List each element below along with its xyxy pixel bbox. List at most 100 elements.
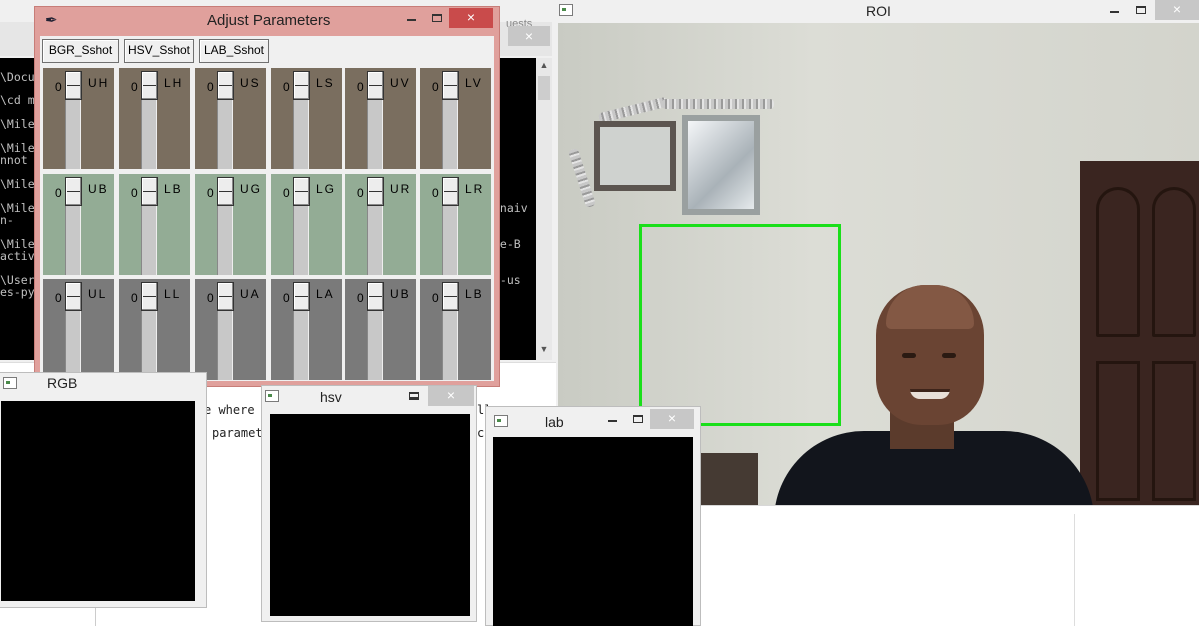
slider-lb[interactable]: 0 LB xyxy=(119,174,190,275)
slider-lv[interactable]: 0 LV xyxy=(420,68,491,169)
close-icon: × xyxy=(667,410,677,426)
slider-handle[interactable] xyxy=(442,71,459,100)
slider-label: UB xyxy=(390,287,411,301)
slider-value: 0 xyxy=(131,291,138,305)
slider-label: UV xyxy=(390,76,411,90)
hsv-titlebar[interactable]: hsv × xyxy=(262,386,476,408)
slider-handle[interactable] xyxy=(141,282,158,311)
close-button[interactable]: × xyxy=(1155,0,1199,20)
slider-ub[interactable]: 0 UB xyxy=(43,174,114,275)
maximize-button[interactable] xyxy=(402,386,426,406)
slider-value: 0 xyxy=(283,186,290,200)
slider-handle[interactable] xyxy=(293,177,310,206)
slider-label: LA xyxy=(316,287,335,301)
console-line: es-py xyxy=(0,285,35,299)
slider-handle[interactable] xyxy=(65,177,82,206)
close-button[interactable]: × xyxy=(428,386,474,406)
close-button[interactable]: × xyxy=(650,409,694,429)
slider-ua[interactable]: 0 UA xyxy=(195,279,266,380)
scrollbar-thumb[interactable] xyxy=(538,76,550,100)
slider-uh[interactable]: 0 UH xyxy=(43,68,114,169)
slider-handle[interactable] xyxy=(367,177,384,206)
slider-label: LB xyxy=(164,182,183,196)
close-button[interactable]: × xyxy=(449,8,493,28)
bgr-sshot-button[interactable]: BGR_Sshot xyxy=(42,39,119,63)
slider-label: UL xyxy=(88,287,108,301)
slider-value: 0 xyxy=(432,291,439,305)
divider xyxy=(1074,514,1075,626)
slider-label: UH xyxy=(88,76,110,90)
lab-titlebar[interactable]: lab × xyxy=(486,407,700,430)
slider-value: 0 xyxy=(131,80,138,94)
slider-ll[interactable]: 0 LL xyxy=(119,279,190,380)
slider-grid: 0 UH 0 LH 0 US 0 LS 0 UV 0 LV 0 UB 0 LB 0 UG 0 LG … xyxy=(43,68,497,380)
slider-label: LG xyxy=(316,182,337,196)
slider-value: 0 xyxy=(432,186,439,200)
adjust-parameters-window[interactable]: ✒ Adjust Parameters × BGR_Sshot HSV_Ssho… xyxy=(34,6,500,387)
slider-handle[interactable] xyxy=(367,282,384,311)
tinsel-garland xyxy=(662,99,774,109)
slider-ul[interactable]: 0 UL xyxy=(43,279,114,380)
console-line: n- xyxy=(0,213,14,227)
slider-handle[interactable] xyxy=(293,282,310,311)
slider-lg[interactable]: 0 LG xyxy=(271,174,342,275)
slider-handle[interactable] xyxy=(217,282,234,311)
slider-ug[interactable]: 0 UG xyxy=(195,174,266,275)
console-scrollbar[interactable]: ▲ ▼ xyxy=(536,58,552,360)
slider-handle[interactable] xyxy=(217,177,234,206)
slider-lh[interactable]: 0 LH xyxy=(119,68,190,169)
hsv-sshot-button[interactable]: HSV_Sshot xyxy=(124,39,194,63)
slider-ur[interactable]: 0 UR xyxy=(345,174,416,275)
window-app-icon xyxy=(3,377,17,389)
lab-window[interactable]: lab × xyxy=(485,406,701,626)
scroll-down-icon[interactable]: ▼ xyxy=(536,344,552,354)
minimize-button[interactable] xyxy=(1101,0,1127,20)
slider-handle[interactable] xyxy=(367,71,384,100)
slider-label: LR xyxy=(465,182,485,196)
minimize-icon xyxy=(607,419,617,422)
slider-handle[interactable] xyxy=(65,282,82,311)
slider-lb-lab[interactable]: 0 LB xyxy=(420,279,491,380)
lab-sshot-button[interactable]: LAB_Sshot xyxy=(199,39,269,63)
maximize-button[interactable] xyxy=(1128,0,1154,20)
close-icon: × xyxy=(466,9,476,25)
console-close-button[interactable]: × xyxy=(508,26,550,46)
slider-uv[interactable]: 0 UV xyxy=(345,68,416,169)
slider-ls[interactable]: 0 LS xyxy=(271,68,342,169)
slider-label: LV xyxy=(465,76,483,90)
slider-la[interactable]: 0 LA xyxy=(271,279,342,380)
slider-ub-lab[interactable]: 0 UB xyxy=(345,279,416,380)
slider-lr[interactable]: 0 LR xyxy=(420,174,491,275)
slider-handle[interactable] xyxy=(293,71,310,100)
console-line: \Mile xyxy=(0,117,35,131)
slider-handle[interactable] xyxy=(141,177,158,206)
close-icon: × xyxy=(446,387,456,403)
wooden-door xyxy=(1080,161,1199,505)
maximize-button[interactable] xyxy=(424,8,450,28)
feather-icon: ✒ xyxy=(45,12,58,29)
maximize-icon xyxy=(432,13,442,22)
window-app-icon xyxy=(265,390,279,402)
slider-handle[interactable] xyxy=(65,71,82,100)
slider-value: 0 xyxy=(55,80,62,94)
rgb-titlebar[interactable]: RGB xyxy=(0,373,206,395)
scroll-up-icon[interactable]: ▲ xyxy=(536,60,552,70)
console-line: activ xyxy=(0,249,35,263)
slider-handle[interactable] xyxy=(217,71,234,100)
hsv-window[interactable]: hsv × xyxy=(261,385,477,622)
slider-handle[interactable] xyxy=(442,177,459,206)
rgb-window[interactable]: RGB xyxy=(0,372,207,608)
minimize-button[interactable] xyxy=(600,409,624,429)
slider-value: 0 xyxy=(283,80,290,94)
maximize-button[interactable] xyxy=(626,409,650,429)
adjust-titlebar[interactable]: ✒ Adjust Parameters × xyxy=(35,7,499,35)
slider-handle[interactable] xyxy=(442,282,459,311)
roi-titlebar[interactable]: ROI × xyxy=(556,0,1199,22)
slider-value: 0 xyxy=(207,186,214,200)
minimize-button[interactable] xyxy=(399,8,423,28)
slider-value: 0 xyxy=(357,186,364,200)
slider-value: 0 xyxy=(207,80,214,94)
slider-us[interactable]: 0 US xyxy=(195,68,266,169)
slider-handle[interactable] xyxy=(141,71,158,100)
minimize-icon xyxy=(406,18,416,21)
